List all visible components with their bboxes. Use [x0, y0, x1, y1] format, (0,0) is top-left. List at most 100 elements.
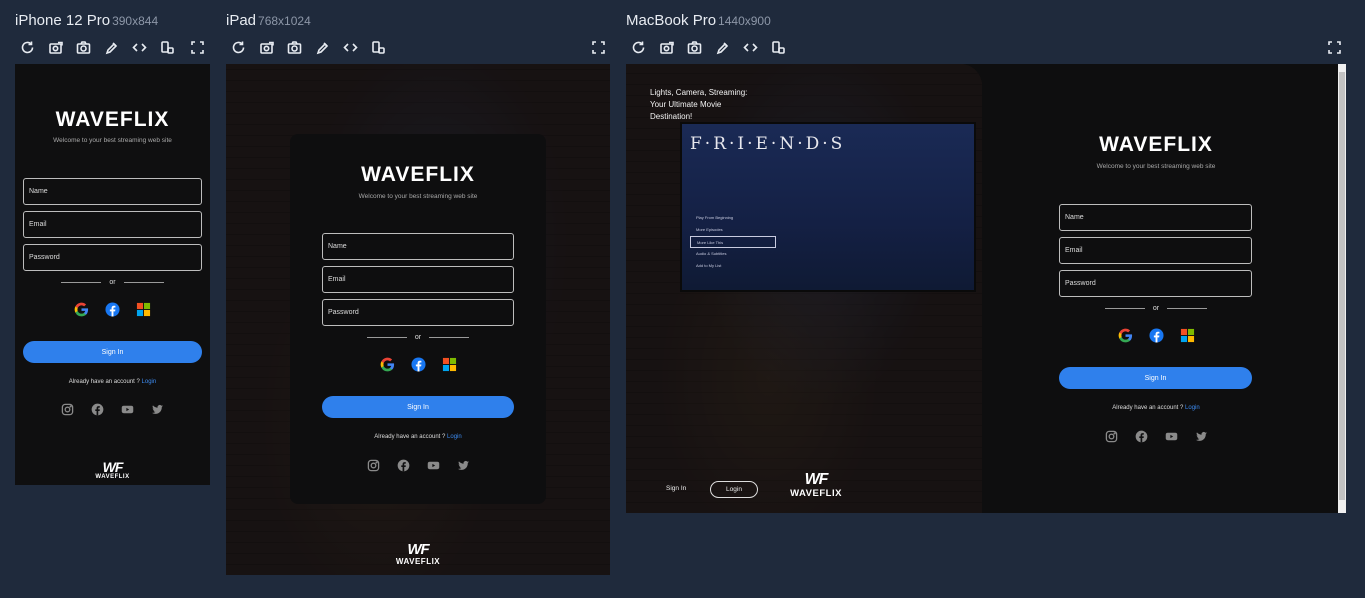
screenshot-region-button[interactable]	[257, 38, 275, 56]
youtube-link[interactable]	[426, 458, 440, 472]
twitter-link[interactable]	[456, 458, 470, 472]
social-login-row	[290, 357, 546, 372]
password-field[interactable]: Password	[322, 299, 514, 326]
instagram-link[interactable]	[366, 458, 380, 472]
microsoft-icon	[442, 357, 456, 372]
google-icon	[74, 302, 89, 317]
have-account-text: Already have an account ? Login	[1050, 405, 1262, 411]
facebook-login-button[interactable]	[105, 302, 120, 317]
tv-menu-item: Play From Beginning	[696, 215, 734, 220]
google-login-button[interactable]	[380, 357, 395, 372]
logo-mark: WF	[407, 541, 429, 558]
logo-mark: WF	[804, 471, 829, 488]
macbook-viewport: F·R·I·E·N·D·S Play From Beginning More Ep…	[626, 64, 1338, 513]
refresh-button[interactable]	[229, 38, 247, 56]
rotate-device-button[interactable]	[369, 38, 387, 56]
google-login-button[interactable]	[74, 302, 89, 317]
twitter-link[interactable]	[151, 402, 165, 416]
fullscreen-button[interactable]	[589, 38, 607, 56]
facebook-icon	[105, 302, 120, 317]
screenshot-region-button[interactable]	[657, 38, 675, 56]
screenshot-region-button[interactable]	[46, 38, 64, 56]
fullscreen-button[interactable]	[188, 38, 206, 56]
refresh-button[interactable]	[629, 38, 647, 56]
footer-social-row	[15, 402, 210, 416]
login-link[interactable]: Login	[1185, 405, 1200, 411]
rotate-device-button[interactable]	[158, 38, 176, 56]
microsoft-login-button[interactable]	[1180, 328, 1195, 343]
rotate-device-button[interactable]	[769, 38, 787, 56]
youtube-link[interactable]	[1164, 429, 1178, 443]
facebook-icon	[410, 357, 426, 372]
facebook-link[interactable]	[1134, 429, 1148, 443]
logo-mark: WF	[102, 459, 124, 475]
password-field[interactable]: Password	[1059, 270, 1252, 297]
brand-title: WAVEFLIX	[55, 108, 170, 131]
login-link[interactable]: Login	[142, 379, 157, 385]
tv-menu-item: Add to My List	[696, 263, 722, 268]
eyedropper-button[interactable]	[313, 38, 331, 56]
facebook-link[interactable]	[396, 458, 410, 472]
divider-line	[61, 281, 102, 283]
instagram-link[interactable]	[61, 402, 75, 416]
or-text: or	[1152, 304, 1160, 312]
instagram-icon	[61, 403, 74, 415]
nav-login-button[interactable]: Login	[710, 481, 758, 498]
nav-signin-link[interactable]: Sign In	[666, 485, 686, 492]
camera-button[interactable]	[74, 38, 92, 56]
password-field[interactable]: Password	[23, 244, 202, 271]
refresh-icon	[21, 41, 33, 53]
twitter-link[interactable]	[1194, 429, 1208, 443]
google-login-button[interactable]	[1118, 328, 1133, 343]
eyedropper-button[interactable]	[713, 38, 731, 56]
screenshot-region-icon	[48, 41, 63, 54]
sign-in-button[interactable]: Sign In	[23, 341, 202, 363]
email-field[interactable]: Email	[23, 211, 202, 238]
or-divider: or	[15, 277, 210, 287]
facebook-login-button[interactable]	[1148, 328, 1164, 343]
code-button[interactable]	[341, 38, 359, 56]
scrollbar[interactable]	[1338, 64, 1346, 513]
device-name: iPhone 12 Pro	[15, 12, 111, 29]
hero-tagline: Lights, Camera, Streaming: Your Ultimate…	[650, 87, 747, 123]
fullscreen-icon	[591, 40, 605, 54]
code-button[interactable]	[130, 38, 148, 56]
microsoft-login-button[interactable]	[136, 302, 151, 317]
email-field[interactable]: Email	[322, 266, 514, 293]
email-field[interactable]: Email	[1059, 237, 1252, 264]
eyedropper-icon	[105, 41, 117, 54]
name-field[interactable]: Name	[322, 233, 514, 260]
name-field[interactable]: Name	[1059, 204, 1252, 231]
toolbar-ipad	[229, 38, 609, 56]
name-field[interactable]: Name	[23, 178, 202, 205]
logo-name: WAVEFLIX	[395, 557, 441, 566]
divider-line	[429, 336, 470, 338]
refresh-button[interactable]	[18, 38, 36, 56]
or-text: or	[414, 333, 422, 341]
scrollbar-thumb[interactable]	[1339, 72, 1345, 500]
eyedropper-icon	[316, 41, 328, 54]
camera-button[interactable]	[685, 38, 703, 56]
fullscreen-button[interactable]	[1325, 38, 1343, 56]
code-icon	[742, 42, 758, 52]
facebook-login-button[interactable]	[410, 357, 426, 372]
refresh-icon	[232, 41, 244, 53]
login-link[interactable]: Login	[447, 434, 462, 440]
hero-line: Destination!	[650, 112, 693, 121]
sign-in-button[interactable]: Sign In	[322, 396, 514, 418]
instagram-icon	[1105, 430, 1117, 442]
code-icon	[131, 42, 147, 52]
facebook-link[interactable]	[91, 402, 105, 416]
social-login-row	[1050, 328, 1262, 343]
youtube-link[interactable]	[121, 402, 135, 416]
sign-in-button[interactable]: Sign In	[1059, 367, 1252, 389]
camera-button[interactable]	[285, 38, 303, 56]
instagram-link[interactable]	[1104, 429, 1118, 443]
microsoft-login-button[interactable]	[442, 357, 457, 372]
logo-name: WAVEFLIX	[95, 474, 130, 480]
code-button[interactable]	[741, 38, 759, 56]
iphone-viewport: WAVEFLIX Welcome to your best streaming …	[15, 64, 210, 485]
divider-line	[1167, 307, 1208, 309]
brand-title: WAVEFLIX	[1099, 133, 1213, 156]
eyedropper-button[interactable]	[102, 38, 120, 56]
